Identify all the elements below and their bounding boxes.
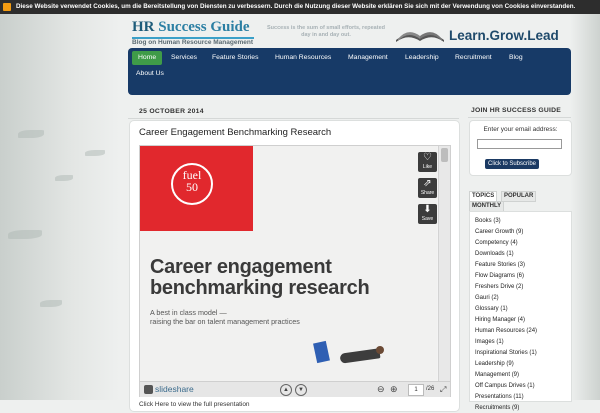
slide-subtext-line2: raising the bar on talent management pra… [150,317,300,326]
topic-item[interactable]: Management (9) [475,371,519,380]
divider [468,117,571,118]
sidebar: JOIN HR SUCCESS GUIDE Enter your email a… [468,103,572,411]
topic-item[interactable]: Leadership (9) [475,360,514,369]
header-slogan: Learn.Grow.Lead [449,28,559,43]
embed-toolbar: slideshare ▲ ▼ ⊖ ⊕ 1 /26 ⤢ [140,381,450,397]
slide-heading-line1: Career engagement [150,256,332,278]
save-button[interactable]: ⬇ Save [418,204,437,224]
share-icon: ⇗ [423,178,432,189]
logo-title-success-guide: Success Guide [158,19,250,35]
topic-item[interactable]: Flow Diagrams (6) [475,272,524,281]
previous-slide-button[interactable]: ▲ [280,384,292,396]
bird-silhouette [8,230,42,239]
topic-item[interactable]: Hiring Manager (4) [475,316,525,325]
share-button[interactable]: ⇗ Share [418,178,437,198]
page-container: HR Success Guide Blog on Human Resource … [128,14,572,412]
topic-item[interactable]: Inspirational Stories (1) [475,349,537,358]
join-widget-title: JOIN HR SUCCESS GUIDE [471,107,561,114]
next-slide-button[interactable]: ▼ [295,384,307,396]
cookie-consent-text: Diese Website verwendet Cookies, um die … [16,3,576,10]
topic-item[interactable]: Gauri (2) [475,294,499,303]
fullscreen-icon[interactable]: ⤢ [440,384,446,395]
topic-item[interactable]: Human Resources (24) [475,327,537,336]
topic-item[interactable]: Books (3) [475,217,501,226]
blue-document-image [313,340,330,364]
post-card: Career Engagement Benchmarking Research … [129,120,460,412]
like-button[interactable]: ♡ Like [418,152,437,172]
topic-item[interactable]: Feature Stories (3) [475,261,525,270]
topic-item[interactable]: Presentations (11) [475,393,524,402]
bird-silhouette [55,175,73,181]
person-head-image [376,346,384,354]
topic-item[interactable]: Off Campus Drives (1) [475,382,535,391]
slideshare-icon [144,385,153,395]
bird-silhouette [85,150,105,156]
bird-silhouette [18,130,44,138]
background-left-decoration [0,14,120,400]
nav-item-human-resources[interactable]: Human Resources [269,51,337,65]
page-number-input[interactable]: 1 [408,384,424,396]
nav-item-home[interactable]: Home [132,51,163,65]
topic-item[interactable]: Competency (4) [475,239,518,248]
slide-heading-line2: benchmarking research [150,277,370,299]
nav-item-recruitment[interactable]: Recruitment [449,51,498,65]
main-content: 25 OCTOBER 2014 Career Engagement Benchm… [128,103,460,412]
topic-item[interactable]: Glossary (1) [475,305,508,314]
download-icon: ⬇ [423,204,432,215]
post-date: 25 OCTOBER 2014 [139,108,204,115]
subscribe-button[interactable]: Click to Subscribe [485,159,540,169]
divider [128,118,459,119]
nav-item-services[interactable]: Services [165,51,203,65]
page-total: /26 [426,386,435,392]
main-navigation: Home Services Feature Stories Human Reso… [128,48,571,95]
open-book-icon [396,32,444,42]
nav-item-leadership[interactable]: Leadership [399,51,445,65]
topics-list: Books (3) Career Growth (9) Competency (… [469,211,572,411]
background-right-decoration [570,14,600,400]
heart-icon: ♡ [423,152,432,163]
header-tagline: Success is the sum of small efforts, rep… [267,25,385,38]
slide-heading: Career engagement benchmarking research [150,256,370,299]
zoom-in-icon[interactable]: ⊕ [390,383,398,395]
tab-popular[interactable]: POPULAR [501,191,537,202]
topic-item[interactable]: Images (1) [475,338,504,347]
topic-item[interactable]: Freshers Drive (2) [475,283,523,292]
fuel50-logo-text: fuel 50 [182,168,202,194]
email-field[interactable] [477,139,562,149]
post-body-text: Click Here to view the full presentation [139,401,250,408]
slideshare-embed: fuel 50 Career engagement benchmarking re… [139,145,451,397]
nav-item-about-us[interactable]: About Us [130,67,170,81]
bird-silhouette [40,300,62,307]
slide-subtext: A best in class model — raising the bar … [150,308,300,326]
logo-title-hr: HR [132,19,159,35]
slide-subtext-line1: A best in class model — [150,308,227,317]
topic-item[interactable]: Recruitments (9) [475,404,519,413]
cookie-consent-bar: Diese Website verwendet Cookies, um die … [0,0,600,14]
embed-scrollbar[interactable] [438,146,450,381]
nav-item-feature-stories[interactable]: Feature Stories [206,51,264,65]
cookie-icon [3,3,11,11]
scrollbar-thumb[interactable] [441,148,448,162]
person-image [339,348,381,364]
email-label: Enter your email address: [483,126,558,133]
presentation-slide[interactable]: fuel 50 Career engagement benchmarking re… [140,146,437,381]
site-logo[interactable]: HR Success Guide [132,19,250,36]
nav-item-management[interactable]: Management [342,51,394,65]
zoom-out-icon[interactable]: ⊖ [377,383,385,395]
topic-item[interactable]: Career Growth (9) [475,228,523,237]
post-title[interactable]: Career Engagement Benchmarking Research [139,127,331,138]
slideshare-logo[interactable]: slideshare [144,384,194,395]
logo-subtitle: Blog on Human Resource Management [132,39,253,46]
fuel50-logo-block: fuel 50 [140,146,253,231]
nav-item-blog[interactable]: Blog [503,51,529,65]
topic-item[interactable]: Downloads (1) [475,250,514,259]
subscribe-widget: Enter your email address: Click to Subsc… [469,120,572,176]
